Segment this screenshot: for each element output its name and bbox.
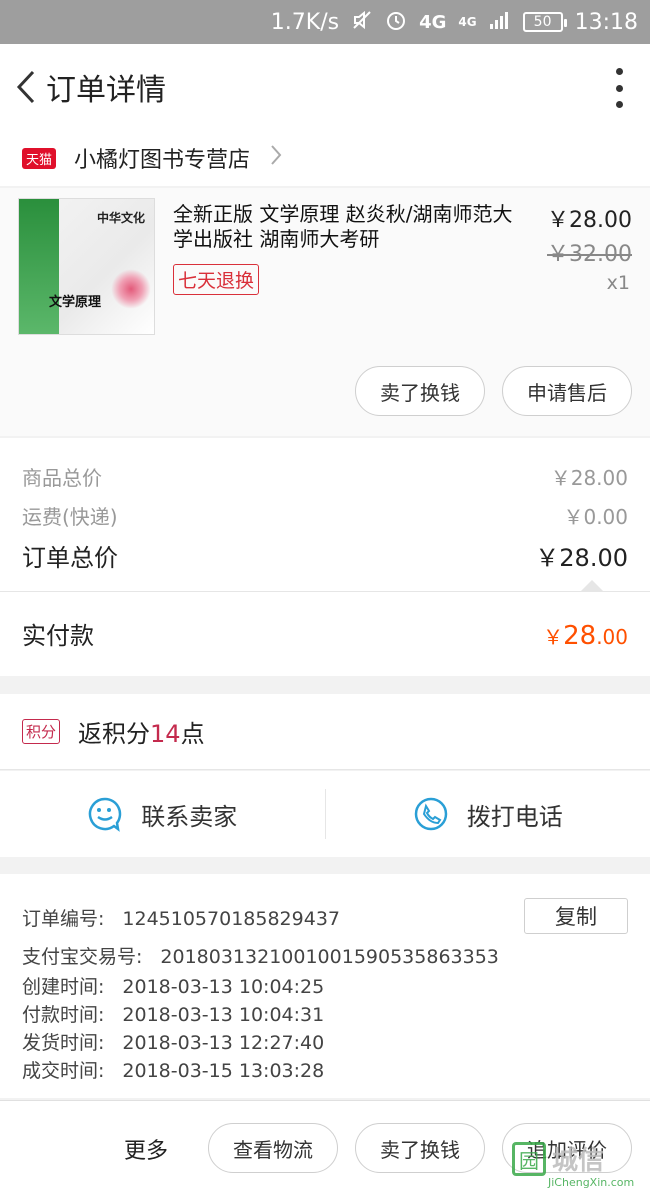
watermark: 园 城信 JiChengXin.com — [512, 1140, 642, 1190]
watermark-cn-text: 城信 — [552, 1146, 605, 1176]
copy-button[interactable]: 复制 — [524, 898, 628, 934]
call-phone-label: 拨打电话 — [466, 802, 563, 831]
order-total-label: 订单总价 — [22, 544, 118, 572]
points-value: 14 — [150, 720, 181, 748]
tmall-badge: 天猫 — [22, 147, 57, 169]
shipping-row: 运费(快递) ￥0.00 — [22, 501, 628, 530]
paid-integer: 28 — [563, 621, 597, 651]
mute-icon — [351, 9, 373, 36]
contact-seller-button[interactable]: 联系卖家 — [0, 771, 325, 857]
paid-time-row: 付款时间: 2018-03-13 10:04:31 — [22, 1000, 324, 1027]
alarm-icon — [385, 9, 407, 36]
chat-smile-icon — [89, 797, 122, 832]
shipped-time-row: 发货时间: 2018-03-13 12:27:40 — [22, 1028, 324, 1055]
shipping-label: 运费(快递) — [22, 505, 118, 529]
more-dot-icon — [615, 84, 623, 92]
order-number-label: 订单编号: — [22, 908, 105, 930]
more-dot-icon — [615, 101, 623, 108]
alipay-number-row: 支付宝交易号: 2018031321001001590535863353 — [22, 942, 499, 969]
cover-flower-decoration — [111, 269, 151, 309]
paid-amount: ￥28.00 — [543, 621, 628, 651]
chevron-right-icon — [270, 143, 282, 173]
order-number-value: 124510570185829437 — [122, 908, 340, 930]
done-time-label: 成交时间: — [22, 1060, 105, 1082]
product-thumbnail[interactable]: 中华文化 文学原理 — [18, 198, 155, 335]
order-number-row: 订单编号: 124510570185829437 — [22, 904, 340, 931]
shop-name: 小橘灯图书专营店 — [74, 148, 251, 173]
more-dot-icon — [615, 68, 623, 75]
phone-icon — [414, 797, 447, 831]
return-policy-tag: 七天退换 — [173, 264, 260, 295]
product-title[interactable]: 全新正版 文学原理 赵炎秋/湖南师范大学出版社 湖南师大考研 — [173, 202, 523, 252]
product-price: ￥28.00 — [547, 208, 632, 233]
more-options-button[interactable] — [614, 68, 624, 108]
goods-total-value: ￥28.00 — [550, 466, 628, 490]
app-header: 订单详情 — [0, 44, 650, 130]
order-total-value: ￥28.00 — [535, 544, 628, 572]
points-text: 返积分14点 — [78, 714, 205, 749]
paid-label: 实付款 — [22, 622, 94, 650]
view-logistics-button[interactable]: 查看物流 — [208, 1123, 338, 1173]
paid-row: 实付款 ￥28.00 — [22, 616, 628, 651]
signal-icon — [489, 10, 511, 35]
paid-time-value: 2018-03-13 10:04:31 — [122, 1004, 325, 1026]
shipped-time-label: 发货时间: — [22, 1032, 105, 1054]
contact-seller-label: 联系卖家 — [141, 802, 238, 831]
created-time-value: 2018-03-13 10:04:25 — [122, 976, 325, 998]
product-quantity: x1 — [606, 272, 630, 294]
contact-bar: 联系卖家 拨打电话 — [0, 771, 650, 857]
points-badge: 积分 — [22, 719, 61, 744]
goods-total-label: 商品总价 — [22, 466, 102, 490]
alipay-number-label: 支付宝交易号: — [22, 946, 143, 968]
network-4g-secondary: 4G — [458, 15, 477, 29]
cover-series-text: 中华文化 — [97, 211, 146, 225]
sell-for-cash-button-bottom[interactable]: 卖了换钱 — [355, 1123, 485, 1173]
shop-row[interactable]: 天猫 小橘灯图书专营店 — [0, 130, 650, 186]
shipping-value: ￥0.00 — [563, 505, 628, 529]
product-original-price: ￥32.00 — [547, 242, 632, 267]
network-4g: 4G — [419, 11, 447, 33]
cover-title-text: 文学原理 — [49, 295, 102, 310]
product-card: 中华文化 文学原理 全新正版 文学原理 赵炎秋/湖南师范大学出版社 湖南师大考研… — [0, 188, 650, 436]
call-phone-button[interactable]: 拨打电话 — [326, 771, 650, 857]
watermark-en-text: JiChengXin.com — [548, 1176, 635, 1189]
net-speed: 1.7K/s — [270, 9, 340, 35]
battery-icon: 50 — [522, 12, 567, 32]
paid-decimal: .00 — [596, 625, 628, 649]
alipay-number-value: 2018031321001001590535863353 — [160, 946, 499, 968]
watermark-logo-icon: 园 — [512, 1142, 546, 1176]
back-button[interactable] — [6, 44, 46, 130]
points-prefix: 返积分 — [78, 720, 151, 748]
clock: 13:18 — [574, 9, 638, 35]
paid-currency: ￥ — [543, 625, 564, 649]
sell-for-cash-button[interactable]: 卖了换钱 — [355, 366, 485, 416]
cover-stripe — [19, 199, 59, 334]
order-info: 订单编号: 124510570185829437 复制 支付宝交易号: 201803… — [0, 874, 650, 1098]
more-actions-button[interactable]: 更多 — [124, 1133, 168, 1165]
done-time-value: 2018-03-15 13:03:28 — [122, 1060, 325, 1082]
price-summary: 商品总价 ￥28.00 运费(快递) ￥0.00 订单总价 ￥28.00 实付款… — [0, 438, 650, 676]
page-title: 订单详情 — [46, 73, 166, 108]
after-sale-button[interactable]: 申请售后 — [502, 366, 632, 416]
paid-time-label: 付款时间: — [22, 1004, 105, 1026]
created-time-row: 创建时间: 2018-03-13 10:04:25 — [22, 972, 324, 999]
points-suffix: 点 — [180, 720, 205, 748]
shipped-time-value: 2018-03-13 12:27:40 — [122, 1032, 325, 1054]
divider — [0, 591, 650, 592]
done-time-row: 成交时间: 2018-03-15 13:03:28 — [22, 1056, 324, 1083]
status-bar: 1.7K/s 4G 4G 50 13:18 — [0, 0, 650, 44]
chevron-left-icon — [16, 70, 35, 104]
order-total-row: 订单总价 ￥28.00 — [22, 538, 628, 573]
created-time-label: 创建时间: — [22, 976, 105, 998]
goods-total-row: 商品总价 ￥28.00 — [22, 462, 628, 491]
points-row: 积分 返积分14点 — [0, 694, 650, 770]
